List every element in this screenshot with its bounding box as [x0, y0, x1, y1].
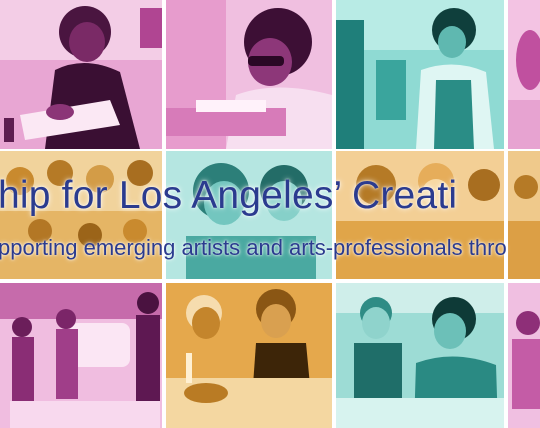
photo-tile-partial-right-bottom: [508, 283, 540, 428]
photo-tile-woman-talking: [336, 0, 504, 149]
photo-tile-man-with-glasses-on-laptop: [166, 0, 332, 149]
photo-tile-women-at-desk: [336, 283, 504, 428]
collage-banner: hip for Los Angeles’ Creati pporting eme…: [0, 0, 540, 428]
photo-tile-partial-right-middle: [508, 151, 540, 279]
photo-tile-outdoor-gathering: [0, 283, 162, 428]
banner-subheadline: pporting emerging artists and arts-profe…: [0, 235, 507, 260]
photo-tile-young-man-writing: [0, 0, 162, 149]
photo-tile-people-at-table: [166, 283, 332, 428]
banner-headline: hip for Los Angeles’ Creati: [0, 174, 458, 217]
photo-tile-partial-right-top: [508, 0, 540, 149]
